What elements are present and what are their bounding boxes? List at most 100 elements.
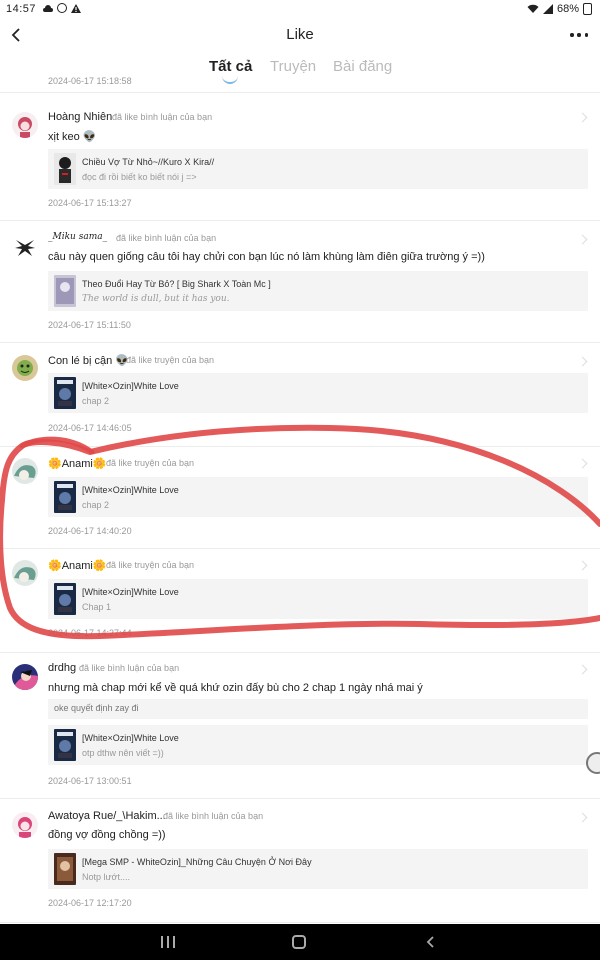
list-item[interactable]: _Miku sama_ đã like bình luận của bạn câ… — [0, 220, 600, 342]
comment-text: đồng vợ đồng chồng =)) — [48, 829, 166, 841]
story-card[interactable]: Theo Đuổi Hay Từ Bỏ? [ Big Shark X Toàn … — [48, 271, 588, 311]
username[interactable]: _Miku sama_ — [48, 232, 107, 242]
item-date: 2024-06-17 15:18:58 — [48, 76, 132, 86]
avatar[interactable] — [12, 812, 38, 838]
username[interactable]: Hoàng Nhiên — [48, 111, 112, 123]
story-subtitle: chap 2 — [82, 396, 110, 406]
story-title: [White×Ozin]White Love — [82, 733, 179, 743]
system-navigation-bar — [0, 924, 600, 960]
story-subtitle: The world is dull, but it has you. — [82, 294, 230, 304]
more-dots-icon — [570, 33, 574, 37]
quoted-reply: oke quyết định zay đi — [48, 699, 588, 719]
avatar[interactable] — [12, 234, 38, 260]
story-thumbnail — [54, 729, 76, 761]
story-subtitle: chap 2 — [82, 500, 110, 510]
story-subtitle: Notp lướt.... — [82, 872, 130, 882]
cloud-icon — [43, 4, 53, 12]
story-title: Chiều Vợ Từ Nhỏ~//Kuro X Kira// — [82, 157, 215, 167]
tab-all[interactable]: Tất cả — [209, 58, 252, 75]
avatar[interactable] — [12, 112, 38, 138]
system-back-button[interactable] — [424, 935, 438, 949]
record-icon — [57, 3, 67, 13]
chevron-right-icon — [577, 664, 588, 675]
story-thumbnail — [54, 583, 76, 615]
avatar[interactable] — [12, 664, 38, 690]
divider — [0, 92, 600, 93]
item-date: 2024-06-17 12:17:20 — [48, 898, 132, 908]
list-item[interactable]: Con lé bị cận 👽 đã like truyện của bạn [… — [0, 342, 600, 446]
app-header: Like — [0, 20, 600, 50]
username[interactable]: 🌼Anami🌼 — [48, 457, 107, 470]
story-subtitle: otp dthw nên viết =)) — [82, 748, 164, 758]
story-title: Theo Đuổi Hay Từ Bỏ? [ Big Shark X Toàn … — [82, 279, 271, 289]
avatar[interactable] — [12, 355, 38, 381]
chevron-right-icon — [577, 560, 588, 571]
username[interactable]: 🌼Anami🌼 — [48, 559, 107, 572]
username[interactable]: Con lé bị cận 👽 — [48, 354, 129, 367]
list-item[interactable]: 🌼Anami🌼 đã like truyện của bạn [White×Oz… — [0, 548, 600, 652]
chevron-right-icon — [577, 812, 588, 823]
more-options-button[interactable] — [570, 26, 588, 44]
username[interactable]: drdhg — [48, 662, 76, 674]
page-title: Like — [286, 26, 314, 43]
chevron-right-icon — [577, 112, 588, 123]
battery-icon — [583, 3, 592, 15]
alert-icon — [71, 3, 81, 13]
status-notification-icons — [42, 3, 81, 13]
list-item[interactable]: 🌼Anami🌼 đã like truyện của bạn [White×Oz… — [0, 446, 600, 548]
chevron-right-icon — [577, 458, 588, 469]
recent-apps-icon — [161, 936, 163, 948]
chevron-left-icon — [426, 936, 434, 948]
action-text: đã like truyện của bạn — [126, 355, 215, 365]
recent-apps-button[interactable] — [161, 936, 175, 948]
home-button[interactable] — [292, 935, 306, 949]
action-text: đã like truyện của bạn — [106, 458, 195, 468]
wifi-icon — [527, 4, 539, 13]
action-text: đã like bình luận của bạn — [163, 811, 264, 821]
list-item[interactable]: Hoàng Nhiên đã like bình luận của bạn xị… — [0, 100, 600, 220]
chevron-right-icon — [577, 234, 588, 245]
story-title: [Mega SMP - WhiteOzin]_Những Câu Chuyện … — [82, 857, 312, 867]
status-bar: 14:57 68% — [0, 0, 600, 20]
item-date: 2024-06-17 14:46:05 — [48, 423, 132, 433]
item-date: 2024-06-17 14:27:44 — [48, 628, 132, 638]
status-time: 14:57 — [6, 3, 37, 15]
story-thumbnail — [54, 481, 76, 513]
list-item[interactable]: drdhg đã like bình luận của bạn nhưng mà… — [0, 652, 600, 798]
story-thumbnail — [54, 153, 76, 185]
action-text: đã like bình luận của bạn — [112, 112, 213, 122]
story-title: [White×Ozin]White Love — [82, 381, 179, 391]
story-card[interactable]: [White×Ozin]White Love Chap 1 — [48, 579, 588, 619]
item-date: 2024-06-17 13:00:51 — [48, 776, 132, 786]
story-title: [White×Ozin]White Love — [82, 485, 179, 495]
battery-percent: 68% — [556, 3, 579, 15]
signal-icon — [542, 4, 553, 14]
like-notifications-feed[interactable]: 2024-06-17 15:18:58 Hoàng Nhiên đã like … — [0, 74, 600, 924]
action-text: đã like bình luận của bạn — [116, 233, 217, 243]
item-date: 2024-06-17 15:13:27 — [48, 198, 132, 208]
story-card[interactable]: [Mega SMP - WhiteOzin]_Những Câu Chuyện … — [48, 849, 588, 889]
chevron-right-icon — [577, 356, 588, 367]
item-date: 2024-06-17 15:11:50 — [48, 320, 131, 330]
story-card[interactable]: [White×Ozin]White Love chap 2 — [48, 477, 588, 517]
story-subtitle: Chap 1 — [82, 602, 112, 612]
list-item[interactable]: Awatoya Rue/_\Hakim... đã like bình luận… — [0, 798, 600, 922]
status-system-icons: 68% — [527, 3, 592, 15]
story-thumbnail — [54, 853, 76, 885]
comment-text: xịt keo 👽 — [48, 131, 97, 143]
avatar[interactable] — [12, 458, 38, 484]
comment-text: nhưng mà chap mới kể về quá khứ ozin đấy… — [48, 682, 423, 694]
username[interactable]: Awatoya Rue/_\Hakim... — [48, 810, 166, 822]
story-card[interactable]: [White×Ozin]White Love chap 2 — [48, 373, 588, 413]
tab-stories[interactable]: Truyện — [270, 58, 316, 75]
story-card[interactable]: [White×Ozin]White Love otp dthw nên viết… — [48, 725, 588, 765]
story-thumbnail — [54, 275, 76, 307]
action-text: đã like bình luận của bạn — [79, 663, 180, 673]
action-text: đã like truyện của bạn — [106, 560, 195, 570]
divider — [0, 922, 600, 923]
avatar[interactable] — [12, 560, 38, 586]
story-thumbnail — [54, 377, 76, 409]
item-date: 2024-06-17 14:40:20 — [48, 526, 132, 536]
story-card[interactable]: Chiều Vợ Từ Nhỏ~//Kuro X Kira// đọc đi r… — [48, 149, 588, 189]
tab-posts[interactable]: Bài đăng — [333, 58, 392, 75]
